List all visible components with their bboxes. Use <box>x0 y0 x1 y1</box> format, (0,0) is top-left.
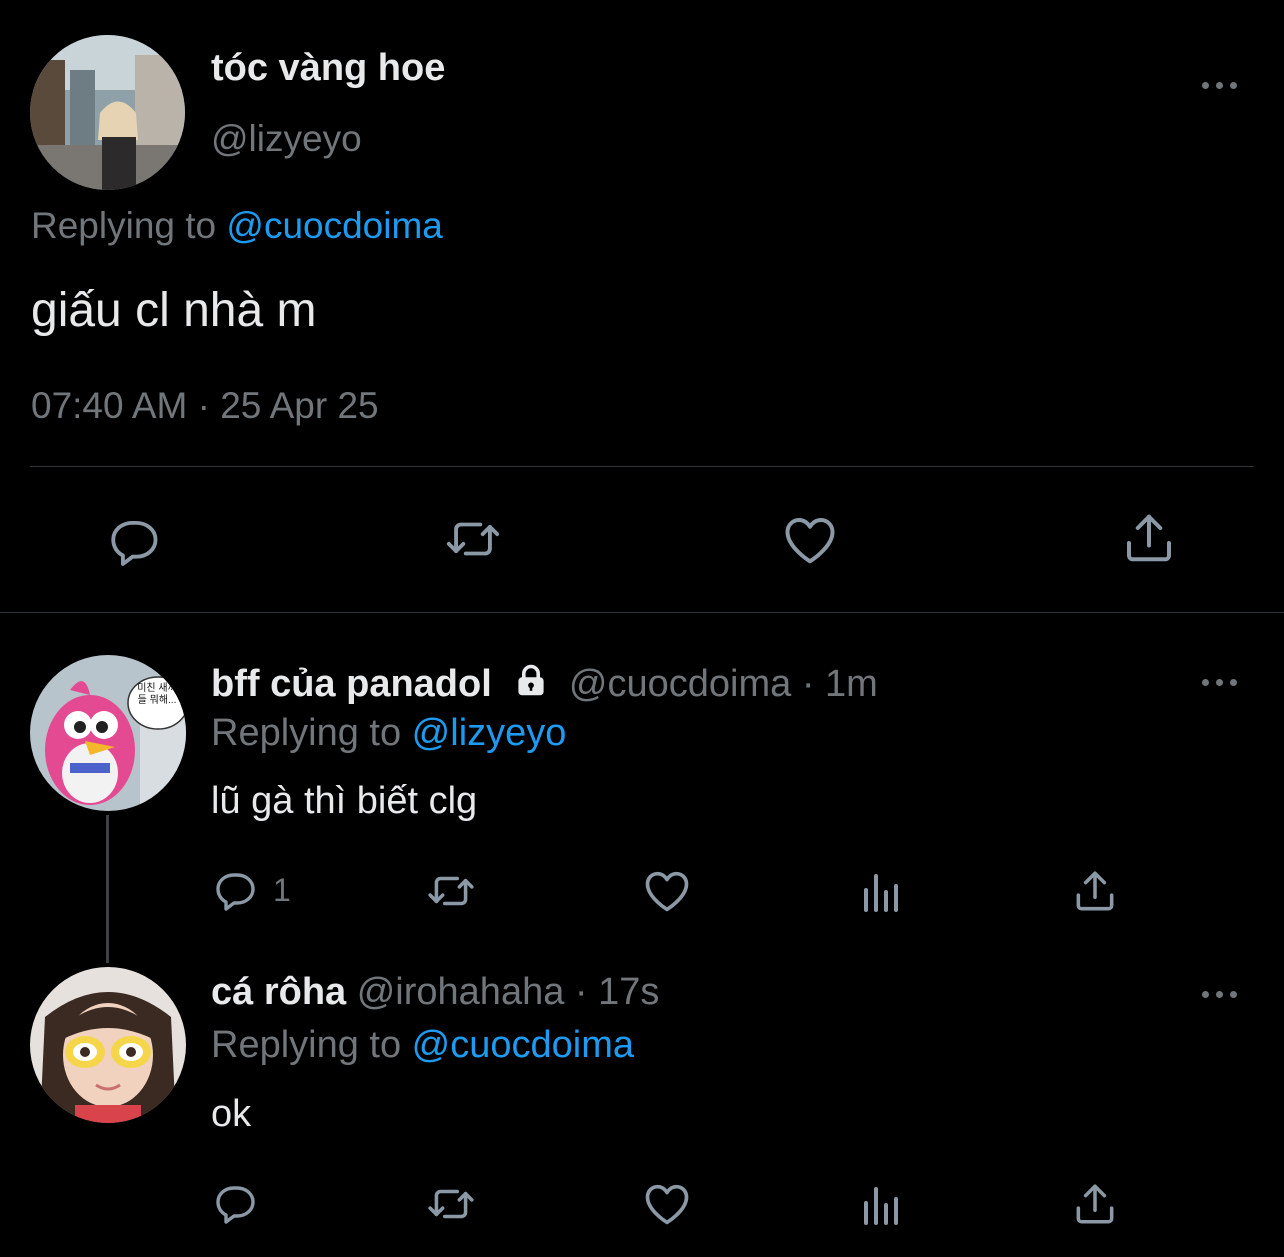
share-icon[interactable] <box>1070 1179 1120 1229</box>
reply-time[interactable]: · 17s <box>575 971 659 1013</box>
display-name[interactable]: bff của panadol <box>211 663 492 705</box>
avatar-speech-bubble: 미친 새끼들 뭐해... <box>137 683 177 706</box>
reply-count: 1 <box>273 872 291 908</box>
retweet-icon[interactable] <box>424 1179 478 1229</box>
replying-to: Replying to @lizyeyo <box>211 712 566 755</box>
reply-header: cá rôha @irohahaha · 17s <box>211 971 659 1014</box>
reply-icon[interactable] <box>212 1179 260 1227</box>
reply-text: ok <box>211 1093 252 1135</box>
avatar-reply-1[interactable]: 미친 새끼들 뭐해... <box>30 655 186 811</box>
more-icon[interactable] <box>1200 78 1240 94</box>
reply-icon[interactable] <box>106 512 164 570</box>
display-name[interactable]: cá rôha <box>211 971 346 1013</box>
timestamp[interactable]: 07:40 AM · 25 Apr 25 <box>31 385 379 427</box>
reply-header: bff của panadol @cuocdoima · 1m <box>211 662 878 708</box>
reply-time[interactable]: · 1m <box>802 663 878 705</box>
share-icon[interactable] <box>1119 508 1179 568</box>
reply-text: lũ gà thì biết clg <box>211 780 478 822</box>
replying-to: Replying to @cuocdoima <box>31 205 443 247</box>
section-divider <box>0 612 1284 613</box>
divider <box>30 466 1254 467</box>
more-icon[interactable] <box>1200 987 1240 1003</box>
retweet-icon[interactable] <box>442 510 504 568</box>
thread-line <box>106 815 109 963</box>
like-icon[interactable] <box>641 1178 693 1230</box>
share-icon[interactable] <box>1070 866 1120 916</box>
views-icon[interactable] <box>858 1181 906 1229</box>
reply-icon[interactable] <box>212 866 260 914</box>
tweet-text: giấu cl nhà m <box>31 284 317 337</box>
replying-to-link[interactable]: @lizyeyo <box>412 712 567 754</box>
more-icon[interactable] <box>1200 675 1240 691</box>
avatar-reply-2[interactable] <box>30 967 186 1123</box>
replying-to-link[interactable]: @cuocdoima <box>412 1024 634 1066</box>
replying-prefix: Replying to <box>31 205 227 246</box>
replying-to: Replying to @cuocdoima <box>211 1024 634 1067</box>
retweet-icon[interactable] <box>424 866 478 916</box>
replying-prefix: Replying to <box>211 712 412 754</box>
handle[interactable]: @irohahaha <box>357 971 565 1013</box>
avatar-main[interactable] <box>30 35 185 190</box>
views-icon[interactable] <box>858 868 906 916</box>
display-name[interactable]: tóc vàng hoe <box>211 47 445 90</box>
replying-to-link[interactable]: @cuocdoima <box>226 205 443 246</box>
handle[interactable]: @cuocdoima <box>569 663 791 705</box>
lock-icon <box>512 662 550 708</box>
like-icon[interactable] <box>641 865 693 917</box>
replying-prefix: Replying to <box>211 1024 412 1066</box>
handle[interactable]: @lizyeyo <box>211 118 362 160</box>
like-icon[interactable] <box>780 510 840 570</box>
